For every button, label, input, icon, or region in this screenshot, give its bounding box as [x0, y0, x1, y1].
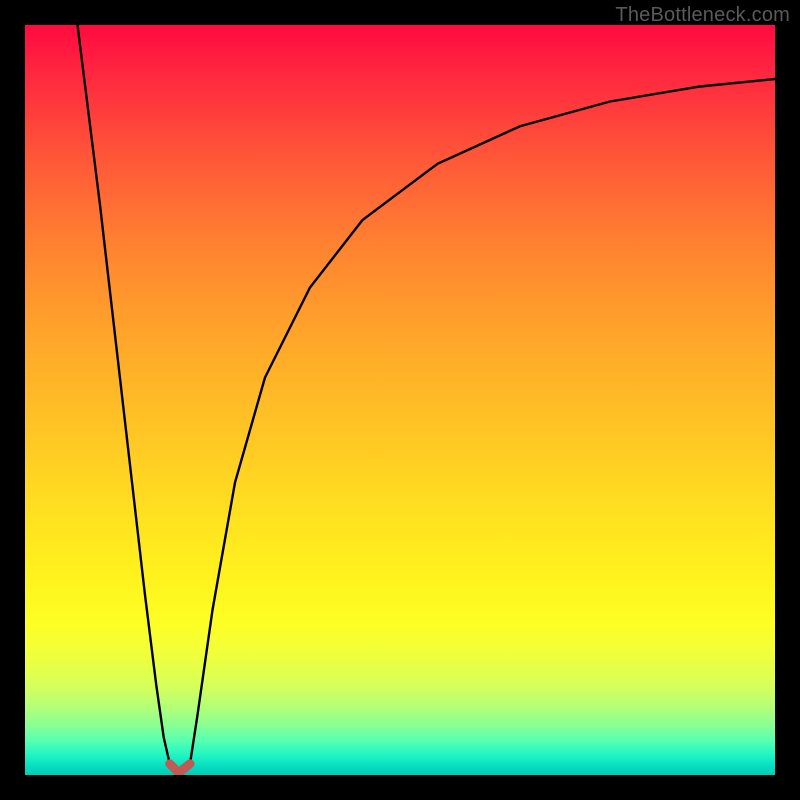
curves-svg [25, 25, 775, 775]
plot-area [25, 25, 775, 775]
right-branch-path [190, 79, 775, 764]
watermark-label: TheBottleneck.com [615, 4, 790, 27]
left-branch-path [78, 25, 170, 764]
minimum-marker-path [170, 764, 190, 773]
chart-root: TheBottleneck.com [0, 0, 800, 800]
